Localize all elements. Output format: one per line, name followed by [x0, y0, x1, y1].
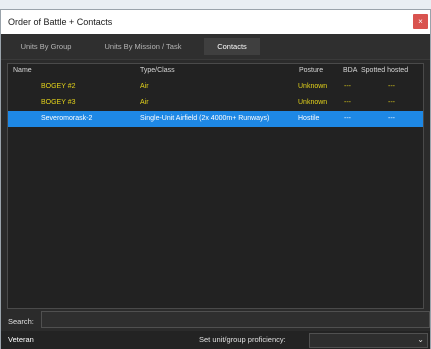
chevron-down-icon[interactable]: ⌄ — [417, 335, 424, 344]
contact-bda: --- — [344, 115, 351, 122]
contact-type: Air — [140, 99, 149, 106]
column-header-type[interactable]: Type/Class — [140, 64, 175, 77]
column-header-name[interactable]: Name — [13, 64, 32, 77]
table-row[interactable]: BOGEY #3 Air Unknown --- --- — [8, 95, 423, 111]
contact-bda: --- — [344, 99, 351, 106]
tab-units-by-mission-task[interactable]: Units By Mission / Task — [88, 38, 198, 55]
proficiency-label: Set unit/group proficiency: — [199, 335, 286, 344]
contact-name: Severomorask-2 — [41, 115, 93, 122]
contact-spotted: --- — [388, 99, 395, 106]
proficiency-value: Veteran — [8, 335, 34, 344]
contact-spotted: --- — [388, 115, 395, 122]
search-input[interactable] — [41, 311, 430, 328]
table-row[interactable]: BOGEY #2 Air Unknown --- --- — [8, 79, 423, 95]
tab-units-by-group[interactable]: Units By Group — [11, 38, 81, 55]
contact-type: Air — [140, 83, 149, 90]
close-icon: × — [418, 17, 423, 26]
column-header-spotted-hosted[interactable]: Spotted hosted — [361, 64, 408, 77]
table-row-selected[interactable]: Severomorask-2 Single-Unit Airfield (2x … — [8, 111, 423, 127]
order-of-battle-window: Order of Battle + Contacts × Units By Gr… — [0, 9, 431, 349]
table-header: Name Type/Class Posture BDA Spotted host… — [8, 64, 423, 77]
contact-spotted: --- — [388, 83, 395, 90]
close-button[interactable]: × — [413, 14, 428, 29]
proficiency-bar: Veteran Set unit/group proficiency: ⌄ — [1, 331, 430, 349]
search-label: Search: — [8, 317, 34, 326]
contact-type: Single-Unit Airfield (2x 4000m+ Runways) — [140, 115, 270, 122]
column-header-bda[interactable]: BDA — [343, 64, 357, 77]
contact-bda: --- — [344, 83, 351, 90]
contact-posture: Hostile — [298, 115, 320, 122]
proficiency-dropdown[interactable]: ⌄ — [309, 333, 428, 348]
tab-contacts[interactable]: Contacts — [204, 38, 260, 55]
title-bar[interactable]: Order of Battle + Contacts × — [1, 10, 430, 34]
column-header-posture[interactable]: Posture — [299, 64, 323, 77]
window-title: Order of Battle + Contacts — [8, 17, 113, 27]
contact-posture: Unknown — [298, 83, 328, 90]
tab-bar: Units By Group Units By Mission / Task C… — [1, 34, 430, 60]
contact-posture: Unknown — [298, 99, 328, 106]
contacts-table: Name Type/Class Posture BDA Spotted host… — [7, 63, 424, 309]
contact-name: BOGEY #2 — [41, 83, 76, 90]
contact-name: BOGEY #3 — [41, 99, 76, 106]
